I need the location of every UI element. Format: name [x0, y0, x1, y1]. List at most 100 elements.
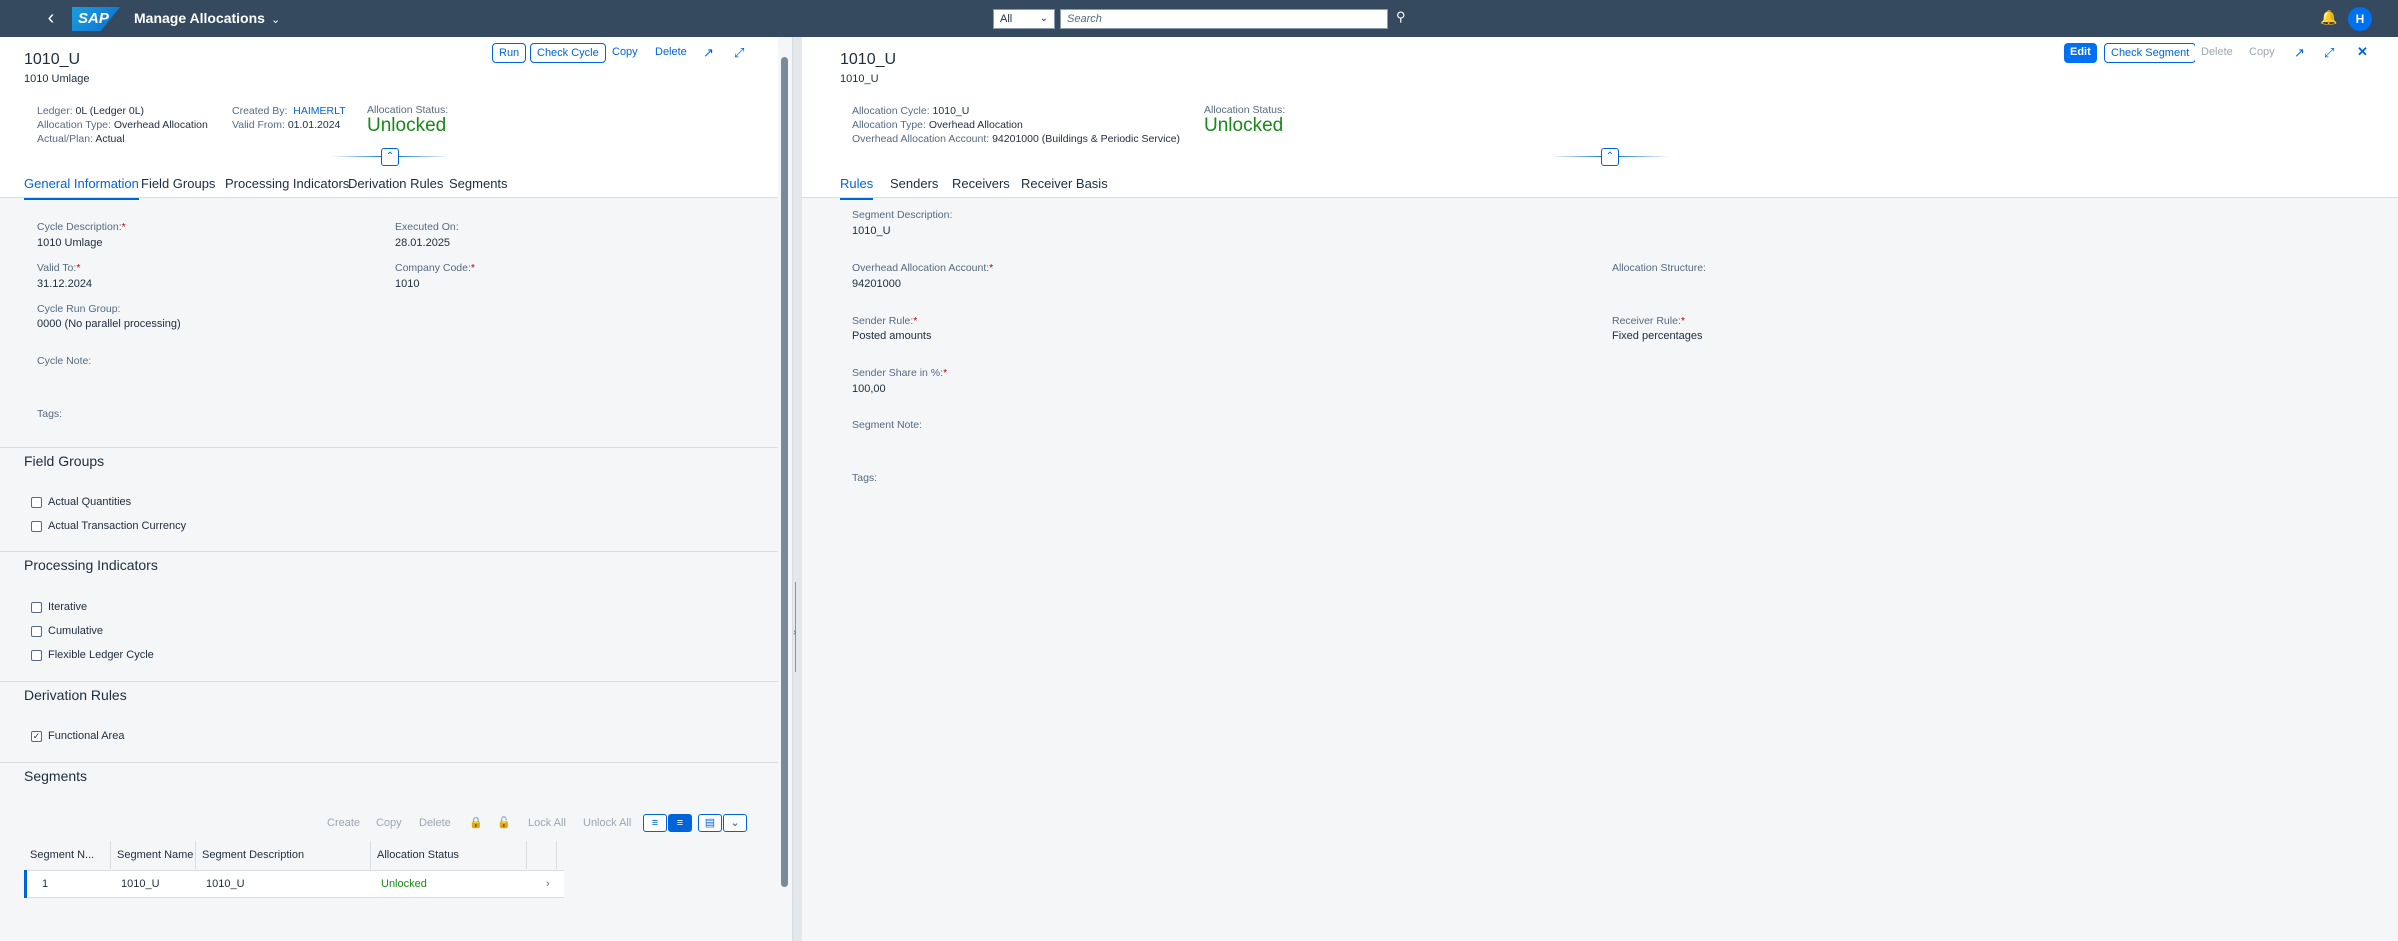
flexible-ledger-cycle-checkbox[interactable]	[31, 650, 42, 661]
section-divider	[0, 447, 778, 448]
cell-allocation-status: Unlocked	[381, 878, 427, 890]
iterative-checkbox[interactable]	[31, 602, 42, 613]
copy-segment-button[interactable]: Copy	[376, 817, 402, 829]
derivation-rules-title: Derivation Rules	[24, 687, 127, 703]
company-code-label: Company Code:*	[395, 262, 475, 274]
cycle-run-group-label: Cycle Run Group:	[37, 303, 121, 315]
align-left-icon[interactable]: ≡	[643, 814, 667, 832]
column-header[interactable]: Segment Name	[111, 841, 196, 869]
shell-bar: ‹ SAP Manage Allocations ⌄ All ⌄ Search ⚲ …	[0, 0, 2398, 37]
search-input[interactable]: Search	[1060, 9, 1388, 29]
unlock-all-button[interactable]: Unlock All	[583, 817, 631, 829]
edit-button[interactable]: Edit	[2064, 43, 2097, 63]
cumulative-checkbox[interactable]	[31, 626, 42, 637]
scrollbar-thumb[interactable]	[781, 57, 788, 887]
chevron-right-icon[interactable]: ›	[540, 871, 556, 897]
required-marker: *	[470, 262, 475, 274]
overhead-account-value: 94201000	[852, 278, 901, 290]
search-scope-select[interactable]: All ⌄	[993, 9, 1055, 29]
segment-object-page: 1010_U 1010_U Edit Check Segment Delete …	[802, 37, 2398, 941]
executed-on-value: 28.01.2025	[395, 237, 451, 249]
check-segment-button[interactable]: Check Segment	[2104, 43, 2197, 63]
segment-description-label: Segment Description:	[852, 209, 953, 221]
collapse-header-button[interactable]: ⌃	[381, 148, 399, 166]
valid-from-field: Valid From: 01.01.2024	[232, 119, 341, 131]
cell-segment-description: 1010_U	[206, 878, 245, 890]
cycle-object-page: 1010_U 1010 Umlage Run Check Cycle Copy …	[0, 37, 778, 941]
table-row[interactable]	[24, 870, 564, 898]
cumulative-label: Cumulative	[48, 625, 104, 637]
processing-indicators-title: Processing Indicators	[24, 557, 158, 573]
sender-share-label: Sender Share in %:*	[852, 367, 948, 379]
flexible-ledger-cycle-label: Flexible Ledger Cycle	[48, 649, 154, 661]
cycle-subtitle: 1010 Umlage	[24, 73, 90, 85]
delete-button[interactable]: Delete	[649, 43, 693, 63]
back-icon[interactable]: ‹	[40, 8, 62, 30]
section-divider	[0, 762, 778, 763]
segment-subtitle: 1010_U	[840, 73, 879, 85]
delete-button[interactable]: Delete	[2195, 43, 2239, 63]
segment-description-value: 1010_U	[852, 225, 891, 237]
share-icon[interactable]: ↗	[703, 45, 714, 61]
check-cycle-button[interactable]: Check Cycle	[530, 43, 606, 63]
tags-label: Tags:	[37, 408, 63, 420]
left-scrollbar[interactable]	[778, 37, 792, 941]
allocation-type-field: Allocation Type: Overhead Allocation	[37, 119, 208, 131]
status-value: Unlocked	[1204, 115, 1284, 136]
sender-rule-label: Sender Rule:*	[852, 315, 918, 327]
sender-rule-value: Posted amounts	[852, 330, 932, 342]
unlock-icon[interactable]: 🔓	[497, 816, 511, 829]
column-divider[interactable]: ›	[792, 37, 802, 941]
actual-quantities-label: Actual Quantities	[48, 496, 132, 508]
app-title-menu[interactable]: Manage Allocations ⌄	[134, 10, 280, 26]
company-code-value: 1010	[395, 278, 420, 290]
collapse-header-button[interactable]: ⌃	[1601, 148, 1619, 166]
fullscreen-icon[interactable]: ⤢	[2324, 45, 2334, 61]
user-avatar[interactable]: H	[2348, 7, 2372, 31]
search-icon[interactable]: ⚲	[1396, 9, 1406, 25]
create-segment-button[interactable]: Create	[327, 817, 360, 829]
allocation-type-field: Allocation Type: Overhead Allocation	[852, 119, 1023, 131]
segments-table: Segment N... Segment Name Segment Descri…	[24, 841, 754, 931]
required-marker: *	[989, 262, 994, 274]
run-button[interactable]: Run	[492, 43, 527, 63]
required-marker: *	[943, 367, 948, 379]
actual-transaction-currency-label: Actual Transaction Currency	[48, 520, 187, 532]
created-by-field: Created By: HAIMERLT	[232, 105, 346, 117]
receiver-rule-label: Receiver Rule:*	[1612, 315, 1685, 327]
actual-quantities-checkbox[interactable]	[31, 497, 42, 508]
cycle-description-label: Cycle Description:*	[37, 221, 126, 233]
notification-bell-icon[interactable]: 🔔	[2320, 9, 2337, 26]
column-header[interactable]: Segment Description	[196, 841, 371, 869]
segment-note-label: Segment Note:	[852, 419, 923, 431]
lock-all-button[interactable]: Lock All	[528, 817, 566, 829]
iterative-label: Iterative	[48, 601, 88, 613]
ledger-field: Ledger: 0L (Ledger 0L)	[37, 105, 145, 117]
export-icon[interactable]: ▤	[698, 814, 722, 832]
overhead-account-field: Overhead Allocation Account: 94201000 (B…	[852, 133, 1181, 145]
allocation-cycle-field: Allocation Cycle: 1010_U	[852, 105, 970, 117]
tab-separator	[802, 197, 2398, 198]
created-by-link[interactable]: HAIMERLT	[293, 105, 345, 117]
required-marker: *	[1680, 315, 1685, 327]
column-header[interactable]: Allocation Status	[371, 841, 527, 869]
copy-button[interactable]: Copy	[606, 43, 644, 63]
fullscreen-icon[interactable]: ⤢	[734, 45, 744, 61]
status-value: Unlocked	[367, 115, 447, 136]
cycle-note-label: Cycle Note:	[37, 355, 92, 367]
cell-segment-number: 1	[42, 878, 49, 890]
lock-icon[interactable]: 🔒	[469, 816, 483, 829]
copy-button[interactable]: Copy	[2243, 43, 2281, 63]
chevron-right-icon[interactable]: ›	[793, 627, 796, 638]
cycle-run-group-link[interactable]: 0000 (No parallel processing)	[37, 318, 181, 330]
functional-area-checkbox[interactable]: ✓	[31, 731, 42, 742]
delete-segment-button[interactable]: Delete	[419, 817, 451, 829]
overhead-account-label: Overhead Allocation Account:*	[852, 262, 994, 274]
share-icon[interactable]: ↗	[2294, 45, 2305, 61]
column-header[interactable]: Segment N...	[24, 841, 111, 869]
sap-logo[interactable]: SAP	[72, 7, 120, 31]
actual-transaction-currency-checkbox[interactable]	[31, 521, 42, 532]
align-right-icon[interactable]: ≡	[668, 814, 692, 832]
close-icon[interactable]: ✕	[2357, 44, 2368, 60]
chevron-down-icon[interactable]: ⌄	[723, 814, 747, 832]
